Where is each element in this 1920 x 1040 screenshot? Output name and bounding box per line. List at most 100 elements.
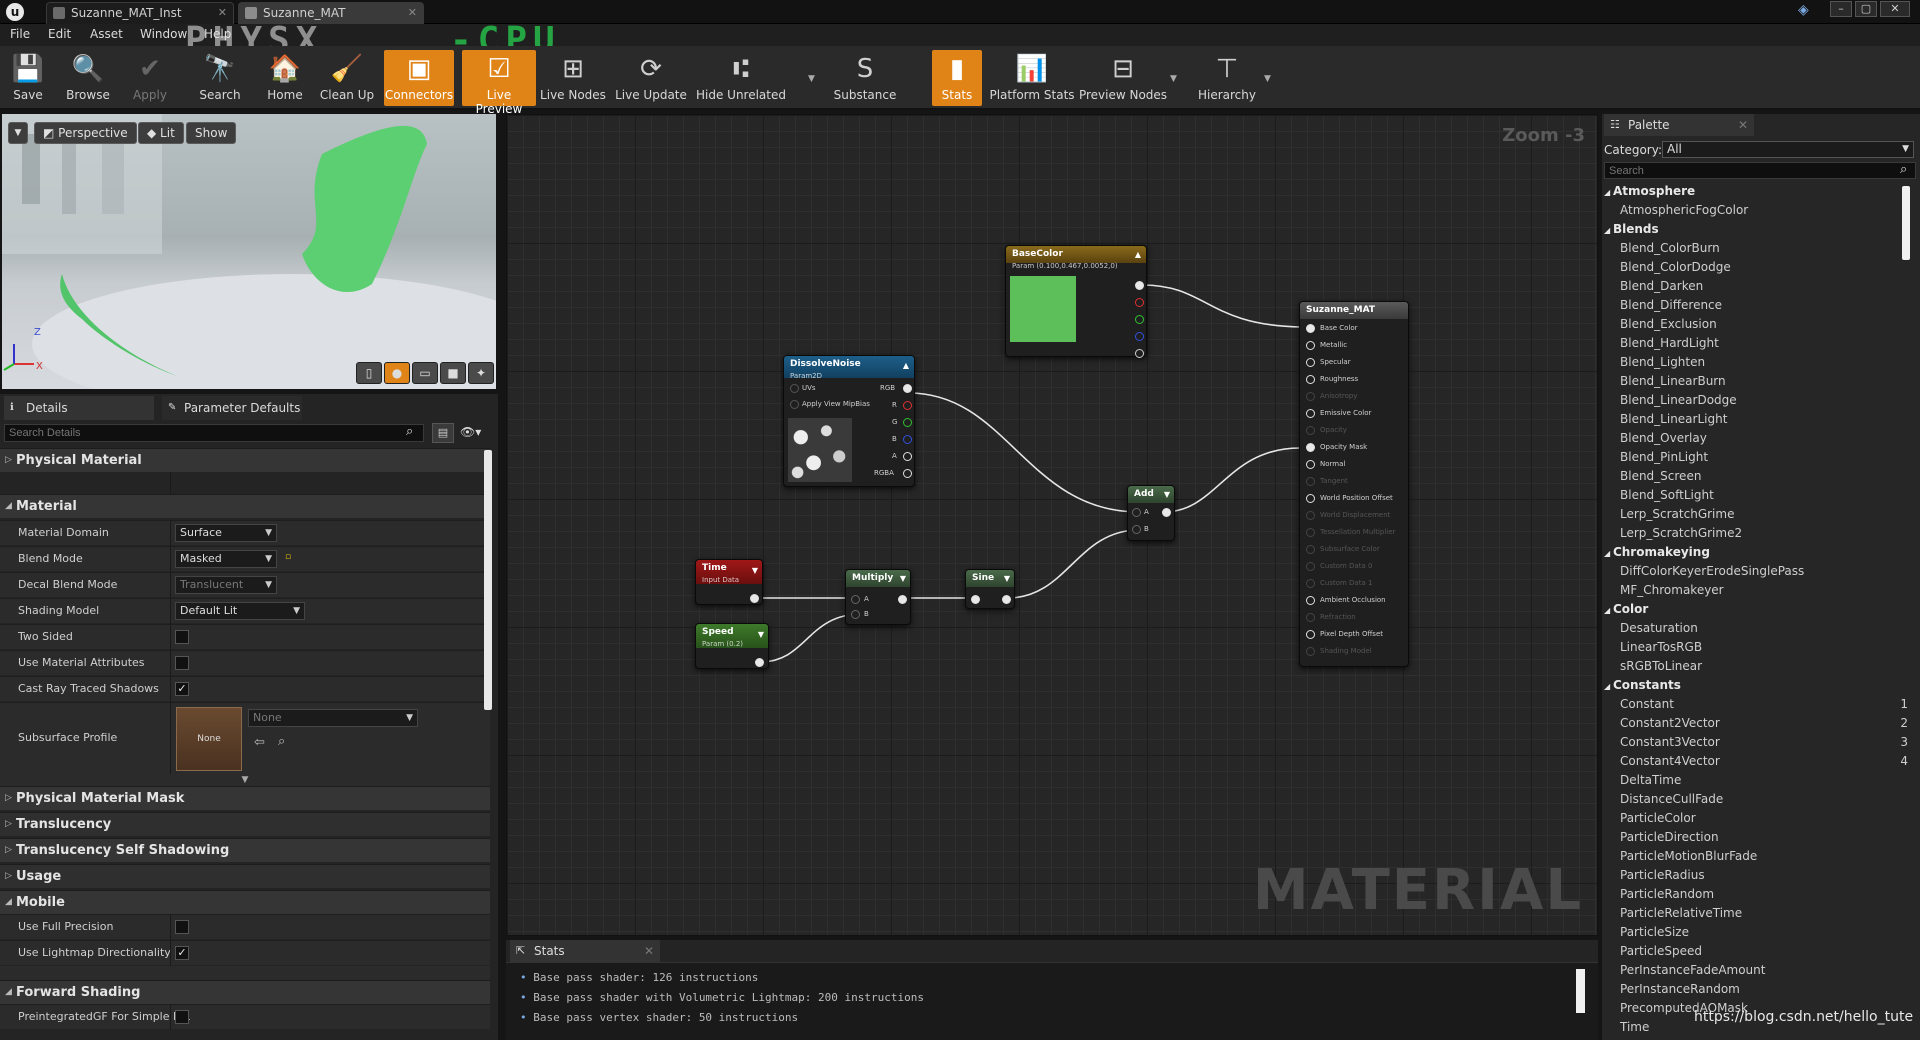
preview-viewport[interactable]: Z X ▼ ◩ Perspective ◆ Lit Show ▯ ● ▭ ■ ✦ (2, 114, 496, 389)
close-window-icon[interactable]: ✕ (1880, 1, 1910, 17)
two-sided-checkbox[interactable] (175, 630, 189, 644)
input-pin-refraction[interactable] (1306, 613, 1315, 622)
dropdown-arrow-icon[interactable]: ▼ (1264, 74, 1271, 84)
input-pin-tangent[interactable] (1306, 477, 1315, 486)
input-pin-specular[interactable] (1306, 358, 1315, 367)
palette-item-blend-colordodge[interactable]: Blend_ColorDodge (1620, 260, 1731, 274)
tab-stats[interactable]: ⇱ Stats ✕ (510, 940, 660, 962)
preview-sphere-icon[interactable]: ● (384, 362, 410, 384)
palette-item-blend-linearburn[interactable]: Blend_LinearBurn (1620, 374, 1726, 388)
maximize-icon[interactable]: ▢ (1855, 1, 1877, 17)
use-material-attributes-checkbox[interactable] (175, 656, 189, 670)
collapse-arrow-icon[interactable]: ▼ (752, 565, 758, 577)
output-pin-g[interactable] (903, 418, 912, 427)
input-pin-normal[interactable] (1306, 460, 1315, 469)
live-update-button[interactable]: ⟳ Live Update (614, 50, 688, 106)
category-translucency-self-shadowing[interactable]: ▷ Translucency Self Shadowing (0, 838, 490, 862)
palette-search-input[interactable] (1604, 162, 1916, 179)
collapse-arrow-icon[interactable]: ▲ (903, 360, 909, 372)
hide-unrelated-button[interactable]: ⑆ Hide Unrelated (694, 50, 788, 106)
advanced-expand-icon[interactable]: ▼ (0, 774, 490, 786)
show-button[interactable]: Show (186, 122, 237, 144)
platform-stats-button[interactable]: 📊 Platform Stats (986, 50, 1078, 106)
input-pin-world-displacement[interactable] (1306, 511, 1315, 520)
material-graph[interactable]: Zoom -3 MATERIAL BaseColor Param (0.100,… (506, 114, 1598, 936)
category-translucency[interactable]: ▷ Translucency (0, 812, 490, 836)
dropdown-arrow-icon[interactable]: ▼ (808, 74, 815, 84)
output-pin[interactable] (1002, 595, 1011, 604)
palette-category-color[interactable]: ◢ Color (1604, 602, 1648, 616)
input-pin-custom-data-0[interactable] (1306, 562, 1315, 571)
palette-item-constant2vector[interactable]: Constant2Vector (1620, 716, 1720, 730)
palette-item-particleradius[interactable]: ParticleRadius (1620, 868, 1705, 882)
category-forward-shading[interactable]: ◢ Forward Shading (0, 980, 490, 1004)
palette-category-atmosphere[interactable]: ◢ Atmosphere (1604, 184, 1695, 198)
input-pin-opacity[interactable] (1306, 426, 1315, 435)
search-button[interactable]: 🔭 Search (186, 50, 254, 106)
input-pin-shading-model[interactable] (1306, 647, 1315, 656)
output-pin[interactable] (898, 595, 907, 604)
cast-ray-traced-shadows-checkbox[interactable]: ✓ (175, 682, 189, 696)
collapse-arrow-icon[interactable]: ▼ (1004, 573, 1010, 585)
tab-palette[interactable]: ☷ Palette ✕ (1604, 114, 1754, 136)
output-pin-r[interactable] (903, 401, 912, 410)
viewport-options-button[interactable]: ▼ (8, 122, 28, 144)
input-pin-subsurface-color[interactable] (1306, 545, 1315, 554)
output-pin-rgb[interactable] (903, 384, 912, 393)
minimize-icon[interactable]: – (1830, 1, 1852, 17)
output-pin[interactable] (750, 594, 759, 603)
apply-button[interactable]: ✔ Apply (124, 50, 176, 106)
notification-icon[interactable]: ◈ (1798, 2, 1809, 18)
clean-up-button[interactable]: 🧹 Clean Up (314, 50, 380, 106)
palette-item-blend-lineardodge[interactable]: Blend_LinearDodge (1620, 393, 1737, 407)
palette-item-blend-difference[interactable]: Blend_Difference (1620, 298, 1722, 312)
live-preview-button[interactable]: ☑ Live Preview (462, 50, 536, 116)
node-result-suzanne-mat[interactable]: Suzanne_MAT Base Color Metallic Specular Ro… (1299, 301, 1409, 667)
palette-item-lineartosrgb[interactable]: LinearTosRGB (1620, 640, 1702, 654)
preintegrated-gf-checkbox[interactable] (175, 1010, 189, 1024)
palette-item-blend-screen[interactable]: Blend_Screen (1620, 469, 1701, 483)
preview-nodes-button[interactable]: ⊟ Preview Nodes (1076, 50, 1170, 106)
input-pin-a[interactable] (1132, 508, 1141, 517)
output-pin-rgba[interactable] (903, 469, 912, 478)
collapse-arrow-icon[interactable]: ▼ (900, 573, 906, 585)
palette-item-particlemotionblurfade[interactable]: ParticleMotionBlurFade (1620, 849, 1757, 863)
output-pin-a[interactable] (903, 452, 912, 461)
node-basecolor[interactable]: BaseColor Param (0.100,0.467,0.0052,0) ▲ (1005, 245, 1147, 358)
output-pin-b[interactable] (903, 435, 912, 444)
palette-item-particlerandom[interactable]: ParticleRandom (1620, 887, 1714, 901)
collapse-arrow-icon[interactable]: ▼ (1164, 489, 1170, 501)
blend-mode-combo[interactable]: Masked ▼ (175, 550, 277, 568)
palette-item-diffcolorkeyererodesinglepass[interactable]: DiffColorKeyerErodeSinglePass (1620, 564, 1804, 578)
node-speed[interactable]: Speed Param (0.2) ▼ (695, 623, 769, 669)
preview-mesh-icon[interactable]: ✦ (468, 362, 494, 384)
node-add[interactable]: Add ▼ A B (1127, 485, 1175, 541)
palette-item-perinstancerandom[interactable]: PerInstanceRandom (1620, 982, 1740, 996)
tab-parameter-defaults[interactable]: ✎ Parameter Defaults (162, 396, 302, 420)
palette-item-constant3vector[interactable]: Constant3Vector (1620, 735, 1720, 749)
category-material[interactable]: ◢ Material (0, 494, 490, 518)
palette-item-blend-linearlight[interactable]: Blend_LinearLight (1620, 412, 1727, 426)
palette-item-srgbtolinear[interactable]: sRGBToLinear (1620, 659, 1702, 673)
browse-button[interactable]: 🔍 Browse (58, 50, 118, 106)
palette-item-atmosphericfogcolor[interactable]: AtmosphericFogColor (1620, 203, 1748, 217)
palette-item-distancecullfade[interactable]: DistanceCullFade (1620, 792, 1723, 806)
output-pin[interactable] (755, 658, 764, 667)
input-pin-emissive-color[interactable] (1306, 409, 1315, 418)
input-pin-ambient-occlusion[interactable] (1306, 596, 1315, 605)
palette-item-particledirection[interactable]: ParticleDirection (1620, 830, 1719, 844)
node-time[interactable]: Time Input Data ▼ (695, 559, 763, 605)
palette-category-blends[interactable]: ◢ Blends (1604, 222, 1659, 236)
perspective-button[interactable]: ◩ Perspective (34, 122, 137, 144)
close-tab-icon[interactable]: ✕ (1738, 114, 1748, 136)
details-scrollbar[interactable] (484, 450, 492, 710)
shading-model-combo[interactable]: Default Lit ▼ (175, 602, 305, 620)
hierarchy-button[interactable]: ⊤ Hierarchy (1192, 50, 1262, 106)
output-pin-r[interactable] (1135, 298, 1144, 307)
connectors-button[interactable]: ▣ Connectors (384, 50, 454, 106)
material-domain-combo[interactable]: Surface ▼ (175, 524, 277, 542)
palette-item-constant4vector[interactable]: Constant4Vector (1620, 754, 1720, 768)
reset-to-default-icon[interactable]: ▫ (285, 552, 291, 562)
input-pin-world-position-offset[interactable] (1306, 494, 1315, 503)
use-selected-arrow-icon[interactable]: ⇦ (254, 735, 265, 750)
